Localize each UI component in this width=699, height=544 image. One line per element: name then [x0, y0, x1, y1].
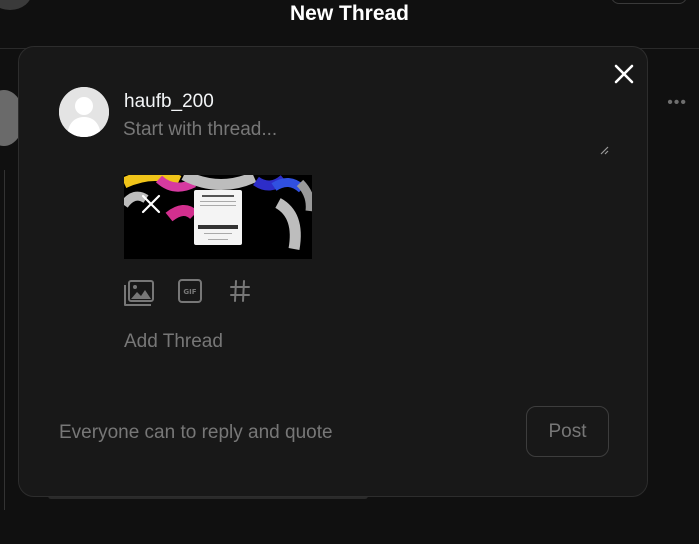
- username: haufb_200: [124, 91, 214, 112]
- resize-handle-icon[interactable]: [599, 145, 609, 155]
- add-thread-button[interactable]: Add Thread: [124, 331, 223, 353]
- post-button[interactable]: Post: [526, 406, 609, 457]
- remove-attachment-icon[interactable]: [140, 193, 162, 215]
- more-icon: •••: [667, 94, 687, 111]
- media-gallery-icon[interactable]: [123, 279, 155, 307]
- hashtag-icon[interactable]: [229, 279, 251, 303]
- reply-permission-text[interactable]: Everyone can to reply and quote: [59, 422, 333, 444]
- default-avatar-icon: [59, 87, 109, 137]
- thread-text-input[interactable]: [123, 119, 609, 159]
- page: New Thread ••• haufb_200 Start with thre…: [0, 0, 699, 544]
- close-button[interactable]: [612, 62, 636, 86]
- new-thread-modal: haufb_200 Start with thread... GIF Add T…: [18, 46, 648, 497]
- user-avatar: [59, 87, 109, 137]
- background-button: [611, 0, 687, 4]
- page-title: New Thread: [289, 2, 410, 25]
- close-icon: [614, 64, 634, 84]
- attached-image-preview: [124, 175, 312, 259]
- gif-icon[interactable]: GIF: [178, 279, 202, 303]
- background-thread-line: [4, 170, 5, 510]
- attached-image: [124, 175, 312, 259]
- svg-text:GIF: GIF: [183, 288, 196, 296]
